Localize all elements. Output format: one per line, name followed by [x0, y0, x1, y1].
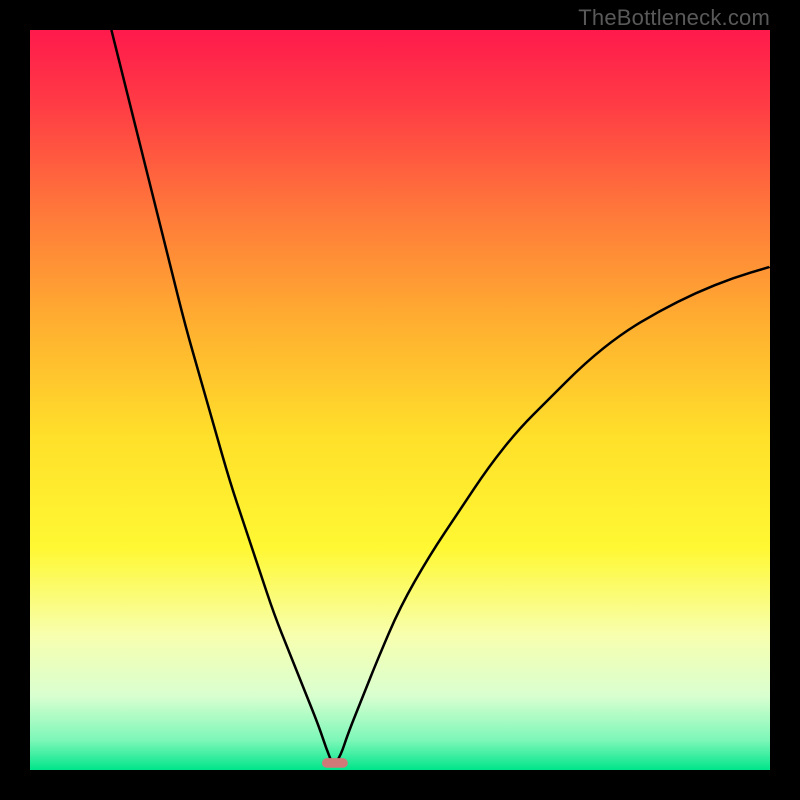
plot-area [30, 30, 770, 770]
plot-svg [30, 30, 770, 770]
chart-frame: TheBottleneck.com [0, 0, 800, 800]
watermark-label: TheBottleneck.com [578, 5, 770, 31]
gradient-background [30, 30, 770, 770]
minimum-marker [322, 758, 348, 768]
